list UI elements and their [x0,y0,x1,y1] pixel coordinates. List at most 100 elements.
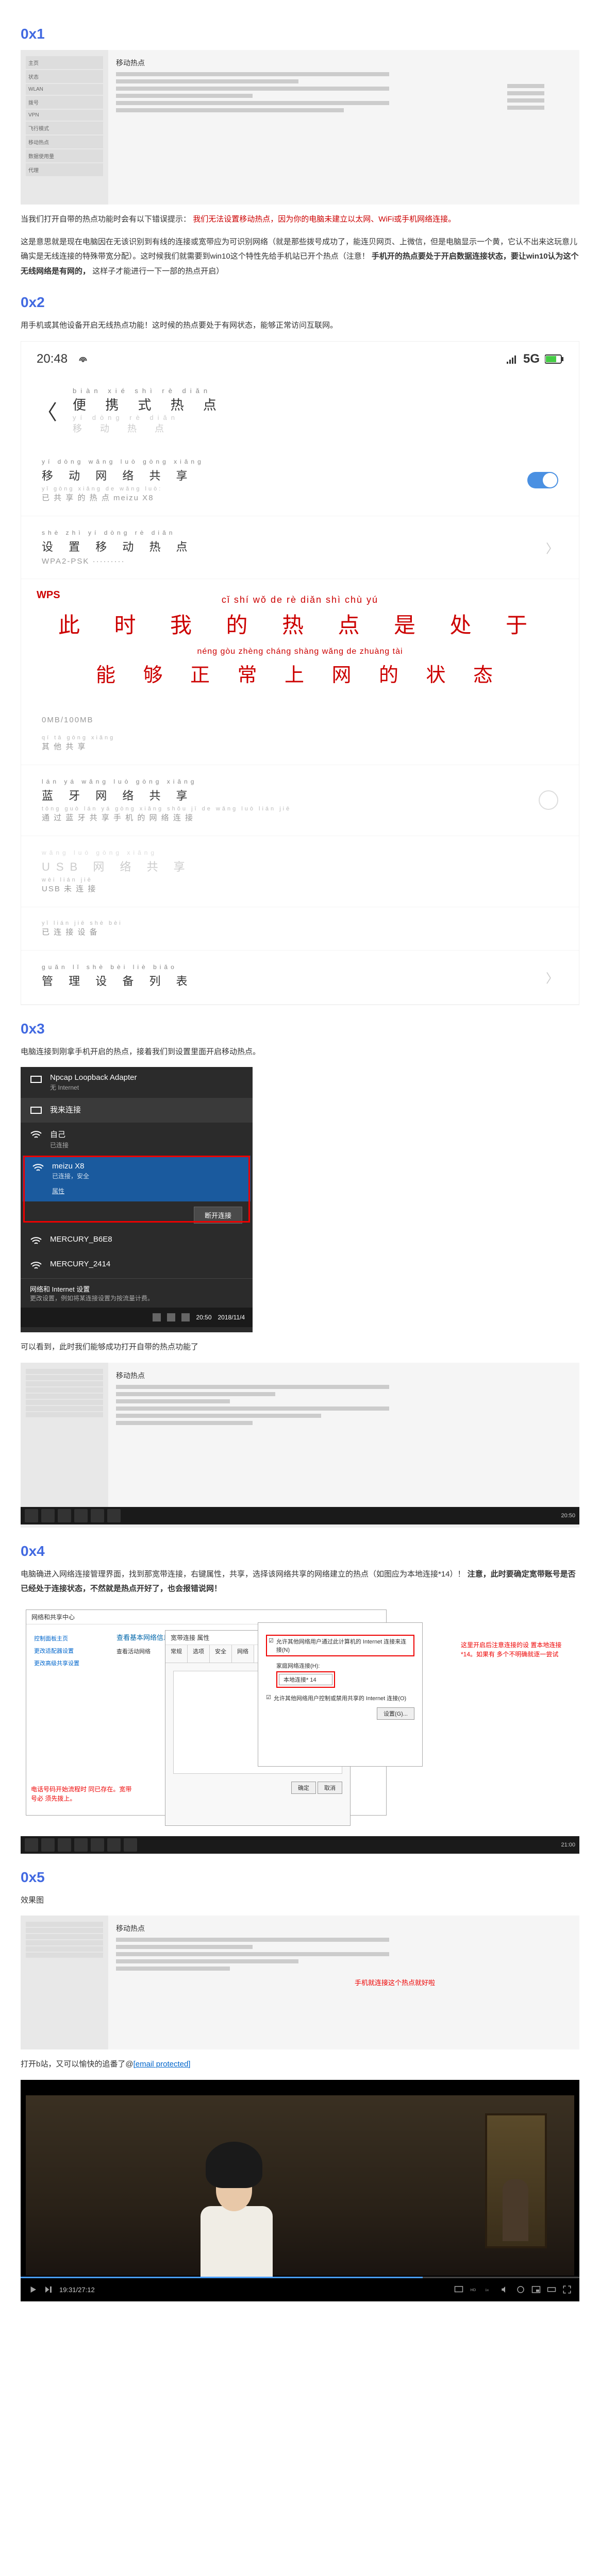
sidebar-item: 飞行模式 [26,122,103,134]
paragraph: 效果图 [21,1893,579,1908]
next-icon [44,2285,53,2294]
nav-sub-title: 移 动 热 点 [73,421,224,435]
wifi-settings-desc: 更改设置，例如将某连接设置为按流量计费。 [30,1294,243,1302]
row-sub-pinyin: wèi lián jiē [42,877,558,883]
row-sub: 0MB/100MB [42,716,558,724]
ok-button: 确定 [291,1782,316,1794]
row-sub: 已 共 享 的 热 点 meizu X8 [42,492,204,503]
sidebar-item: 数据使用量 [26,149,103,162]
sidebar-item: VPN [26,110,103,121]
start-icon [25,1838,38,1852]
checkbox-allow-share: ☑ 允许其他网络用户通过此计算机的 Internet 连接来连接(N) [266,1635,414,1656]
paragraph: 电脑连接到刚拿手机开启的热点，接着我们到设置里面开启移动热点。 [21,1045,579,1060]
wifi-icon [30,1129,42,1141]
wifi-label: 我来连接 [50,1104,81,1115]
danmu-icon [454,2285,463,2294]
pip-icon [531,2285,541,2294]
sidebar-link: 更改适配器设置 [34,1645,106,1657]
nav-pinyin: biàn xié shì rè diǎn [73,387,224,395]
sidebar-item: 移动热点 [26,135,103,148]
network-label: 5G [523,352,540,366]
taskbar: 21:00 [21,1836,579,1854]
settings-screenshot-1: ✕ 主页 状态 WLAN 拨号 VPN 飞行模式 移动热点 数据使用量 代理 移… [21,50,579,205]
settings-button: 设置(G)... [377,1707,414,1720]
cancel-button: 取消 [318,1782,342,1794]
phone-screenshot: 20:48 5G 〈 biàn xié shì rè diǎn 便 携 式 热 … [21,341,579,1005]
paragraph: 这是意思就是现在电脑因在无该识别到有线的连接或宽带应为可识别网络（就是那些拨号成… [21,235,579,279]
row-pinyin: wǎng luò gòng xiǎng [42,849,558,856]
settings-screenshot-2: 移动热点 20:50 [21,1363,579,1528]
video-player-screenshot: 19:31/27:12 HD 1x [21,2080,579,2301]
taskbar-time: 20:50 [561,1513,575,1519]
red-annotation: 手机就连接这个热点就好啦 [355,1977,435,1987]
hotspot-icon [75,354,91,364]
row-title: 设 置 移 动 热 点 [42,538,194,554]
heading-0x1: 0x1 [21,26,579,42]
quality-icon: HD [470,2285,479,2294]
row-sub: USB 未 连 接 [42,883,558,894]
phone-time: 20:48 [37,352,68,366]
video-time: 19:31/27:12 [59,2286,95,2294]
wifi-name: Npcap Loopback Adapter [50,1073,137,1082]
checkbox-label: 允许其他网络用户通过此计算机的 Internet 连接来连接(N) [276,1637,412,1654]
video-controls: 19:31/27:12 HD 1x [21,2278,579,2301]
text: 打开b站，又可以愉快的追番了@ [21,2060,134,2069]
svg-text:1x: 1x [485,2289,489,2292]
highlighted-text: 我们无法设置移动热点，因为你的电脑未建立以太网、WiFi或手机网络连接。 [193,215,456,224]
tab: 选项 [188,1645,210,1663]
task-icon [91,1509,104,1522]
taskbar-date: 2018/11/4 [218,1314,245,1321]
wifi-name: MERCURY_2414 [50,1260,110,1268]
phone-status-bar: 20:48 5G [21,342,579,377]
sidebar-item: 主页 [26,56,103,69]
checkbox-icon: ☑ [266,1694,271,1701]
battery-icon [545,354,563,364]
toggle-off-icon [539,790,558,810]
checkbox-label: 允许其他网络用户控制或禁用共享的 Internet 连接(O) [274,1694,406,1702]
back-icon: 〈 [37,396,57,426]
red-annotation: 电话号码开始流程时 同已存在。宽带号必 须先拨上。 [31,1785,134,1803]
sidebar-item: WLAN [26,84,103,95]
phone-row-usb: wǎng luò gòng xiǎng USB 网 络 共 享 wèi lián… [21,836,579,907]
tab: 网络 [232,1645,254,1663]
phone-row-share: yí dòng wǎng luò gòng xiǎng 移 动 网 络 共 享 … [21,445,579,516]
nav-sub-pinyin: yí dòng rè diǎn [73,414,224,421]
ethernet-icon [30,1073,42,1086]
row-title: 蓝 牙 网 络 共 享 [42,787,291,803]
chevron-right-icon: 〉 [546,538,558,556]
nav-title: 便 携 式 热 点 [73,395,224,414]
wifi-entry: MERCURY_B6E8 [21,1229,253,1253]
paragraph: 可以看到，此时我们能够成功打开自带的热点功能了 [21,1340,579,1355]
paragraph: 用手机或其他设备开启无线热点功能！这时候的热点要处于有网状态，能够正常访问互联网… [21,318,579,333]
tab: 安全 [210,1645,232,1663]
signal-icon [507,354,518,364]
overlay-text-1: 此 时 我 的 热 点 是 处 于 [37,608,563,639]
overlay-text-2: 能 够 正 常 上 网 的 状 态 [37,659,563,687]
phone-row-bluetooth: lán yá wǎng luò gòng xiǎng 蓝 牙 网 络 共 享 t… [21,765,579,836]
sidebar-item: 代理 [26,163,103,176]
dropdown-value: 本地连接* 14 [276,1671,335,1688]
tab: 常规 [165,1645,188,1663]
wifi-entry: 自己已连接 [21,1123,253,1156]
row-sub-pinyin: tōng guò lán yá gòng xiǎng shǒu jī de wǎ… [42,806,291,812]
email-link[interactable]: [email protected] [134,2060,191,2069]
red-annotation: 这里开启后注意连接的设 置本地连接*14。如果有 多个不明确就逐一尝试 [461,1640,564,1659]
paragraph: 当我们打开自带的热点功能时会有以下错误提示： 我们无法设置移动热点，因为你的电脑… [21,212,579,227]
heading-0x3: 0x3 [21,1021,579,1037]
row-pinyin: yǐ lián jiē shè bèi [42,920,558,926]
row-title: 移 动 网 络 共 享 [42,467,204,483]
chevron-right-icon: 〉 [546,968,558,986]
row-pinyin: yí dòng wǎng luò gòng xiǎng [42,458,204,465]
phone-row-manage: guǎn lǐ shè bèi liè biǎo 管 理 设 备 列 表 〉 [21,951,579,1005]
wifi-entry: 我来连接 [21,1098,253,1123]
row-sub: WPA2-PSK ········· [42,557,194,566]
row-sub: 其 他 共 享 [42,741,558,752]
svg-text:HD: HD [471,2287,476,2292]
network-center-screenshot: 网络和共享中心 控制面板主页 更改适配器设置 更改高级共享设置 查看基本网络信息… [21,1604,579,1836]
wifi-status: 已连接 [50,1141,69,1149]
heading-0x4: 0x4 [21,1543,579,1560]
checkbox-icon: ☑ [269,1637,274,1644]
play-icon [28,2285,38,2294]
settings-title: 移动热点 [116,1923,572,1934]
task-icon [41,1509,55,1522]
